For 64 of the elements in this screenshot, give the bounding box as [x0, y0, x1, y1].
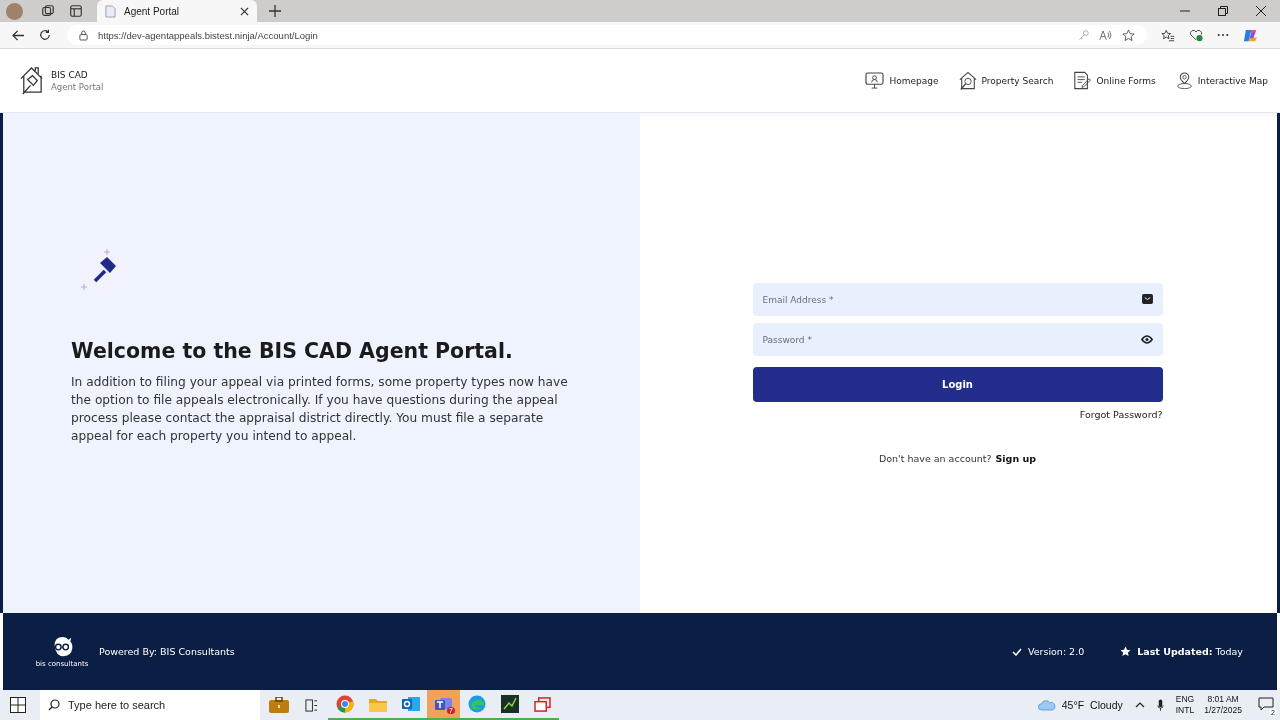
copilot-icon[interactable] [1243, 27, 1258, 43]
brand-subtitle: Agent Portal [51, 81, 104, 92]
restore-icon[interactable] [1218, 6, 1228, 16]
monitor-icon [865, 72, 885, 89]
chart-app-icon [500, 695, 519, 713]
task-view-icon [305, 698, 318, 712]
nav-link[interactable]: Property Search [958, 70, 1054, 91]
notification-icon [1258, 697, 1274, 711]
map-pin-icon [1175, 71, 1193, 90]
clock-date[interactable]: 1/27/2025 [1204, 705, 1242, 716]
signup-link[interactable]: Sign up [995, 453, 1037, 464]
check-icon [1011, 647, 1022, 656]
tab-actions-icon[interactable] [69, 4, 83, 18]
nav-link[interactable]: Homepage [865, 70, 939, 91]
chevron-up-icon[interactable] [1134, 702, 1145, 708]
close-icon[interactable] [240, 6, 249, 16]
brand-name: BIS CAD [51, 69, 89, 80]
house-search-icon [958, 70, 977, 91]
powered-by-text: Powered By: BIS Consultants [99, 646, 235, 657]
star-icon[interactable] [1122, 28, 1135, 42]
weather-temperature[interactable]: 45°F [1061, 699, 1085, 711]
nav-link[interactable]: Online Forms [1073, 70, 1156, 91]
microphone-icon[interactable] [1156, 698, 1164, 712]
signup-prompt: Don't have an account? [878, 453, 992, 464]
briefcase-icon [268, 697, 289, 713]
browser-icon [467, 695, 486, 713]
reload-icon[interactable] [39, 29, 51, 41]
email-field[interactable]: Email Address * [752, 283, 1163, 316]
form-icon [1073, 71, 1092, 90]
health-icon[interactable] [1189, 28, 1203, 42]
mail-app-icon [401, 696, 420, 712]
house-gavel-icon[interactable] [18, 65, 45, 96]
address-bar[interactable]: https://dev-agentappeals.bistest.ninja/Account/Login [67, 25, 1147, 45]
close-icon[interactable] [1256, 6, 1266, 16]
password-field[interactable]: Password * [752, 323, 1163, 356]
lock-icon [79, 29, 88, 41]
back-icon[interactable] [12, 29, 25, 41]
login-button[interactable]: Login [752, 367, 1163, 402]
taskbar-search-field[interactable]: Type here to search [40, 690, 260, 720]
eye-icon[interactable] [1140, 334, 1153, 345]
windows-start-icon[interactable] [10, 697, 26, 713]
windows-app-icon [534, 696, 551, 712]
last-updated-text: Last Updated: Today [1137, 646, 1243, 657]
keyboard-layout[interactable]: INTL [1175, 705, 1195, 716]
language-indicator[interactable]: ENG [1175, 694, 1195, 705]
more-icon[interactable] [1217, 33, 1229, 37]
browser-tab[interactable]: Agent Portal [97, 0, 257, 22]
new-tab-icon[interactable] [269, 5, 281, 17]
browser-icon [335, 695, 354, 713]
chat-app-icon [434, 696, 453, 712]
folder-icon [368, 696, 387, 712]
envelope-icon [1141, 294, 1153, 304]
read-aloud-icon[interactable] [1099, 29, 1112, 41]
welcome-heading: Welcome to the BIS CAD Agent Portal. [71, 339, 513, 363]
favorites-icon[interactable] [1161, 28, 1175, 42]
workspaces-icon[interactable] [41, 4, 55, 18]
clock-time[interactable]: 8:01 AM [1207, 694, 1239, 705]
weather-condition[interactable]: Cloudy [1090, 699, 1123, 711]
page-icon [105, 4, 116, 18]
version-text: Version: 2.0 [1027, 646, 1085, 657]
nav-link[interactable]: Interactive Map [1175, 70, 1268, 91]
forgot-password-link[interactable]: Forgot Password? [1079, 409, 1163, 420]
welcome-text: In addition to filing your appeal via printed forms, some property types now have the option to file appeals electronically. If you have questions during the appeal process please contact the appraisal district directly. You must file a separate appeal for each property you intend to appeal. [71, 374, 569, 445]
star-icon [1120, 646, 1132, 657]
